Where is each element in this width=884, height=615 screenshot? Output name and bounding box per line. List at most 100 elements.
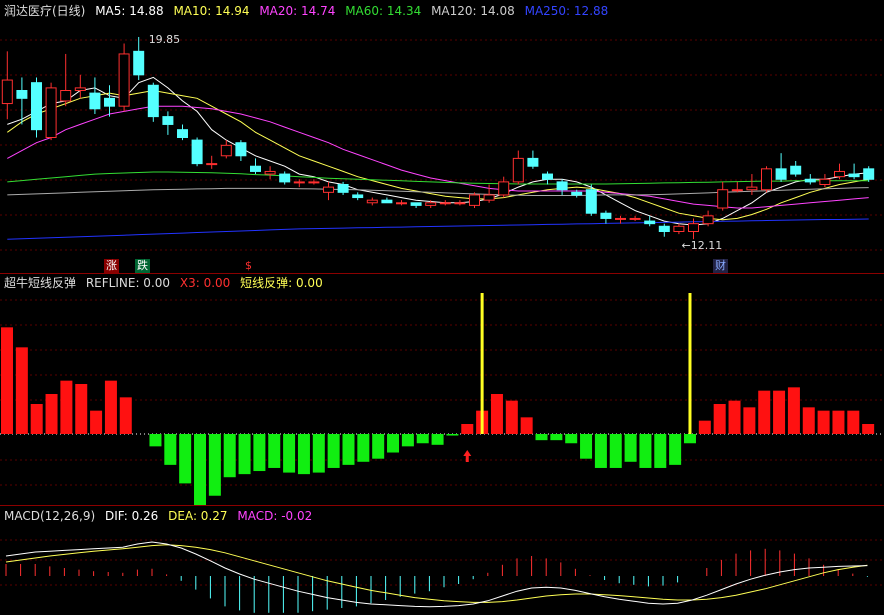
ma10-label: MA10: 14.94 [173,4,250,18]
high-price-label: 19.85 [149,33,181,46]
indicator-bar [208,434,221,496]
indicator-bar [327,434,340,468]
indicator-bar [847,410,860,434]
ma60-label: MA60: 14.34 [345,4,422,18]
finance-tag[interactable]: 财 [713,259,728,273]
indicator-bar [45,394,58,434]
candle [191,139,203,165]
ma5-label: MA5: 14.88 [95,4,164,18]
candle [162,116,174,125]
indicator-bar [624,434,637,462]
candle [45,87,57,138]
candle [220,144,232,157]
indicator-bar [297,434,310,475]
macd-panel-header: MACD(12,26,9) DIF: 0.26 DEA: 0.27 MACD: … [4,508,318,524]
macd-value-label: MACD: -0.02 [237,509,313,523]
macd-title: MACD(12,26,9) [4,509,96,523]
candle [469,194,480,206]
ma-line-ma120 [7,187,869,196]
candle [31,82,42,131]
indicator-bar [862,424,875,434]
indicator-bar [194,434,207,505]
indicator-bar [179,434,192,484]
indicator-bar [773,390,786,434]
indicator-bar [758,390,771,434]
indicator-bar [104,380,117,434]
indicator-bar [669,434,682,465]
indicator-bar [312,434,325,473]
candle [673,225,685,232]
x3-label: X3: 0.00 [179,276,231,290]
indicator-bar [683,434,696,444]
candle [396,202,407,205]
candle [337,184,349,193]
indicator-bar [223,434,236,478]
candle [323,186,334,193]
candle [439,202,451,205]
ma-line-ma60 [7,171,869,185]
candle [133,50,145,76]
indicator-bar [639,434,652,468]
refline-label: REFLINE: 0.00 [85,276,171,290]
indicator-bar [268,434,281,468]
dollar-tag[interactable]: $ [243,259,254,273]
candle [483,194,495,201]
indicator-bar [446,434,459,436]
ma20-label: MA20: 14.74 [259,4,336,18]
signal-label: 短线反弹: 0.00 [240,276,323,290]
candle [775,168,787,180]
candle [629,217,641,220]
candle [425,202,437,206]
candle [834,170,845,178]
indicator-bar [416,434,429,444]
candle [352,194,364,199]
candle [147,84,159,118]
indicator-bar [698,420,711,434]
indicator-bar [387,434,400,453]
candle [819,178,831,185]
dif-line [5,541,868,608]
candle [250,165,261,172]
dea-line [5,544,868,603]
fall-tag[interactable]: 跌 [135,259,150,273]
ma250-label: MA250: 12.88 [524,4,609,18]
candle [542,173,553,180]
low-price-label: ←12.11 [682,239,723,252]
candle [804,178,816,183]
indicator-bar [609,434,622,468]
indicator-bar [119,397,132,434]
rise-tag[interactable]: 涨 [104,259,119,273]
indicator-panel-header: 超牛短线反弹 REFLINE: 0.00 X3: 0.00 短线反弹: 0.00 [4,275,329,291]
candle [454,202,466,205]
indicator-bar [580,434,593,459]
indicator-bar [149,434,162,447]
dea-label: DEA: 0.27 [168,509,228,523]
indicator-bar [787,387,800,434]
indicator-bar [431,434,444,445]
candle [498,181,510,196]
indicator-bar [283,434,296,473]
ma-line-ma5 [7,76,869,226]
candle [746,186,758,191]
candle [104,97,115,107]
panel-separator [0,273,884,274]
candle [308,181,320,184]
indicator-bar [802,407,815,434]
candle [206,163,218,166]
candle [264,170,276,175]
candle [790,165,802,175]
candle [527,157,539,167]
candle [761,168,772,191]
indicator-bar [372,434,385,459]
indicator-bar [164,434,177,465]
candle [1,79,13,105]
indicator-bar [817,410,830,434]
candle [863,168,875,180]
indicator-bar [743,407,756,434]
candle [688,223,699,233]
candle [644,220,656,225]
indicator-bar [1,327,13,434]
main-panel-header: 润达医疗(日线) MA5: 14.88 MA10: 14.94 MA20: 14… [4,3,614,19]
indicator-bar [15,347,28,434]
candle [848,173,860,178]
